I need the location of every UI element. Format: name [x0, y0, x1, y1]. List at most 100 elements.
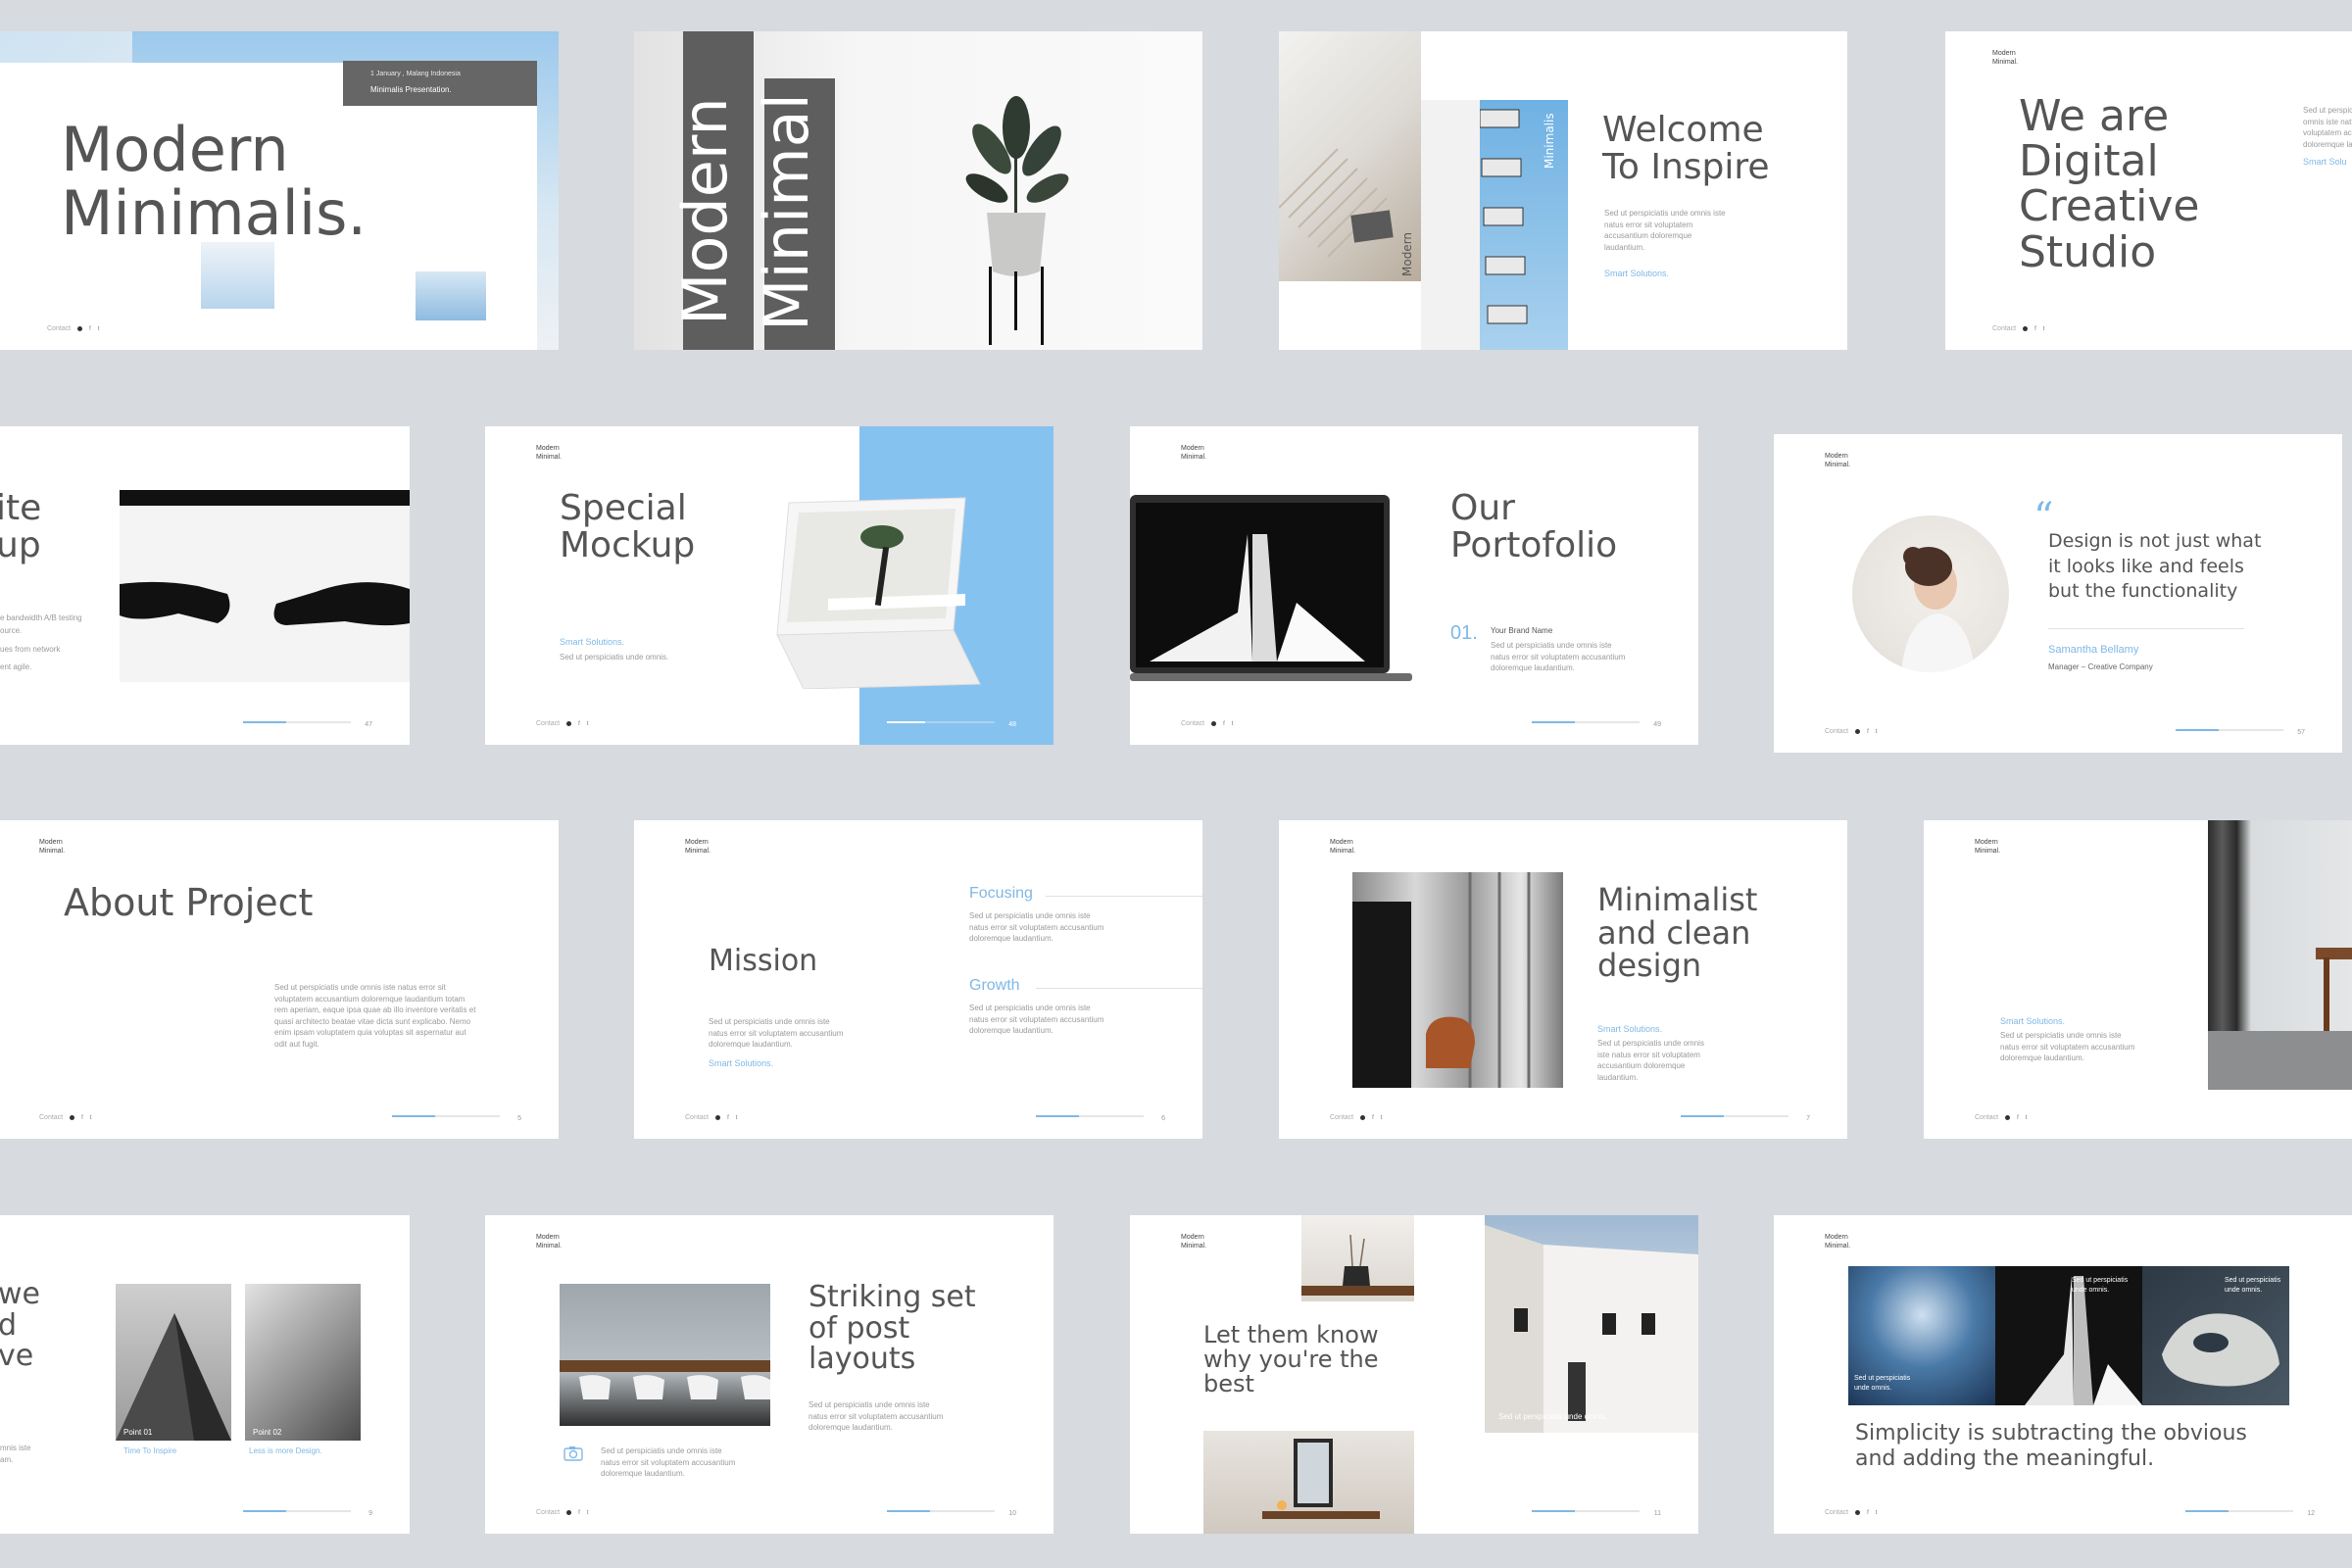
slide-quote-samantha[interactable]: Modern Minimal. “ Design is not just wha… — [1774, 434, 2342, 753]
slide-curtain-stool[interactable]: Modern Minimal. Smart Solutions. Sed ut … — [1924, 820, 2352, 1139]
footer-contact: Contact — [1975, 1114, 1999, 1121]
portrait-photo-avatar — [1852, 515, 2009, 672]
box-subtitle-text: Minimalis Presentation. — [370, 85, 452, 94]
white-building-photo: Sed ut perspiciatis unde omnis. — [1485, 1215, 1698, 1433]
accent-label: Smart Solu — [2303, 157, 2347, 167]
twitter-icon: t — [2042, 325, 2045, 332]
slide-mission[interactable]: Modern Minimal. Mission Sed ut perspicia… — [634, 820, 1202, 1139]
slide-footer: Contact f t — [1992, 325, 2044, 332]
body-text: Sed ut perspiciatis unde omnis iste natu… — [808, 1400, 944, 1433]
dot-icon — [566, 1510, 572, 1515]
quote-text: Design is not just what it looks like an… — [2048, 530, 2262, 603]
slide-simplicity-quote[interactable]: Modern Minimal. Sed ut perspiciatis unde… — [1774, 1215, 2352, 1534]
body-line-3: ues from network — [0, 645, 61, 654]
body-text: Sed ut perspiciatis unde omnis. — [560, 653, 669, 662]
twitter-icon: t — [586, 720, 589, 727]
curtain-stool-photo — [2208, 820, 2352, 1090]
footer-contact: Contact — [1181, 720, 1205, 727]
vase-shelf-photo — [1301, 1215, 1414, 1301]
mission-body-text: Sed ut perspiciatis unde omnis iste natu… — [709, 1017, 844, 1050]
focusing-heading: Focusing — [969, 885, 1033, 902]
progress-bar — [243, 721, 351, 723]
building-block-photo — [201, 242, 274, 309]
slide-modern-minimalis-cover[interactable]: 1 January , Malang Indonesia Minimalis P… — [0, 31, 559, 350]
page-number: 49 — [1653, 721, 1661, 728]
page-number: 11 — [1653, 1510, 1661, 1517]
progress-bar — [392, 1115, 500, 1117]
footer-contact: Contact — [536, 720, 561, 727]
footer-contact: Contact — [47, 325, 72, 332]
progress-bar — [1681, 1115, 1788, 1117]
body-text: Sed ut perspiciatis unde omnis iste natu… — [1604, 209, 1726, 252]
slide-footer: Contact f t — [39, 1114, 91, 1121]
browser-window-mockup — [120, 490, 410, 682]
author-name: Samantha Bellamy — [2048, 644, 2139, 656]
camera-caption-text: Sed ut perspiciatis unde omnis iste natu… — [601, 1446, 736, 1479]
brand-logo: Modern Minimal. — [1825, 453, 1851, 469]
focusing-body-text: Sed ut perspiciatis unde omnis iste natu… — [969, 911, 1104, 944]
dome-photo: Sed ut perspiciatis unde omnis. — [1848, 1266, 1995, 1405]
slide-title: About Project — [64, 881, 314, 924]
progress-bar — [1036, 1115, 1144, 1117]
facebook-icon: f — [2034, 325, 2036, 332]
body-text: Sed ut perspiciatis unde omnis iste natu… — [2000, 1031, 2135, 1063]
brand-logo: Modern Minimal. — [1181, 445, 1207, 462]
twitter-icon: t — [1875, 1509, 1878, 1516]
footer-contact: Contact — [685, 1114, 710, 1121]
body-text: Sed ut perspiciatis unde omnis iste natu… — [1491, 641, 1626, 673]
slide-striking-post-layouts[interactable]: Modern Minimal. Striking set of post lay… — [485, 1215, 1054, 1534]
facebook-icon: f — [89, 325, 91, 332]
body-text: Sed ut perspiciatis unde omnis iste natu… — [2303, 106, 2352, 149]
slide-modern-minimal-plant[interactable]: Modern Minimal — [634, 31, 1202, 350]
growth-body-text: Sed ut perspiciatis unde omnis iste natu… — [969, 1004, 1104, 1036]
brand-logo: Modern Minimal. — [536, 445, 563, 462]
progress-bar — [1532, 1510, 1640, 1512]
body-line-1: e bandwidth A/B testing — [0, 613, 82, 622]
brand-logo: Modern Minimal. — [1181, 1234, 1207, 1250]
twitter-icon: t — [1875, 728, 1878, 735]
title-info-box: 1 January , Malang Indonesia Minimalis P… — [343, 61, 537, 106]
twitter-icon: t — [586, 1509, 589, 1516]
facebook-icon: f — [2017, 1114, 2019, 1121]
progress-bar — [1532, 721, 1640, 723]
window-photo — [416, 271, 486, 320]
photo-caption-1: Sed ut perspiciatis unde omnis. — [1854, 1375, 1911, 1393]
page-number: 10 — [1008, 1510, 1016, 1517]
slide-website-mockup-hands[interactable]: ite up e bandwidth A/B testing ource. ue… — [0, 426, 410, 745]
footer-contact: Contact — [536, 1509, 561, 1516]
facebook-icon: f — [1372, 1114, 1374, 1121]
dot-icon — [70, 1115, 75, 1120]
slide-special-mockup[interactable]: Modern Minimal. Special Mockup Smart Sol… — [485, 426, 1054, 745]
page-number: 5 — [517, 1115, 521, 1122]
brand-logo: Modern Minimal. — [1330, 839, 1356, 856]
slide-footer: Contact f t — [685, 1114, 737, 1121]
brand-logo: Modern Minimal. — [1825, 1234, 1851, 1250]
accent-label: Smart Solutions. — [1597, 1024, 1663, 1034]
progress-bar — [2185, 1510, 2293, 1512]
slide-about-project[interactable]: Modern Minimal. About Project Sed ut per… — [0, 820, 559, 1139]
slide-minimalist-clean-design[interactable]: Modern Minimal. Minimalist and clean des… — [1279, 820, 1847, 1139]
slide-footer: Contact f t — [1330, 1114, 1382, 1121]
plant-icon — [957, 90, 1075, 350]
progress-bar — [2176, 729, 2283, 731]
accent-label: Smart Solutions. — [709, 1058, 774, 1068]
photo-caption-2: Sed ut perspiciatis unde omnis. — [2072, 1277, 2129, 1295]
slide-title: Minimalist and clean design — [1597, 881, 1758, 985]
slide-let-them-know[interactable]: Modern Minimal. Let them know why you're… — [1130, 1215, 1698, 1534]
growth-heading: Growth — [969, 977, 1020, 994]
author-role: Manager – Creative Company — [2048, 662, 2153, 671]
slide-welcome-to-inspire[interactable]: Minimalis Modern Welcome To Inspire Sed … — [1279, 31, 1847, 350]
progress-bar — [243, 1510, 351, 1512]
page-number: 7 — [1806, 1115, 1810, 1122]
progress-bar — [887, 1510, 995, 1512]
slide-digital-creative-studio[interactable]: Modern Minimal. We are Digital Creative … — [1945, 31, 2352, 350]
brand-logo: Modern Minimal. — [685, 839, 711, 856]
slide-our-portofolio[interactable]: Modern Minimal. Our Portofolio 01. Your … — [1130, 426, 1698, 745]
laptop-portfolio-mockup — [1130, 495, 1414, 691]
sculpture-photo: Sed ut perspiciatis unde omnis. — [2142, 1266, 2289, 1405]
slide-points-architecture[interactable]: we d ve mnis iste am. Point 01 Point 02 … — [0, 1215, 410, 1534]
dot-icon — [1211, 721, 1217, 726]
footer-contact: Contact — [1825, 728, 1849, 735]
vertical-word-modern: Modern — [669, 97, 741, 325]
twitter-icon: t — [735, 1114, 738, 1121]
